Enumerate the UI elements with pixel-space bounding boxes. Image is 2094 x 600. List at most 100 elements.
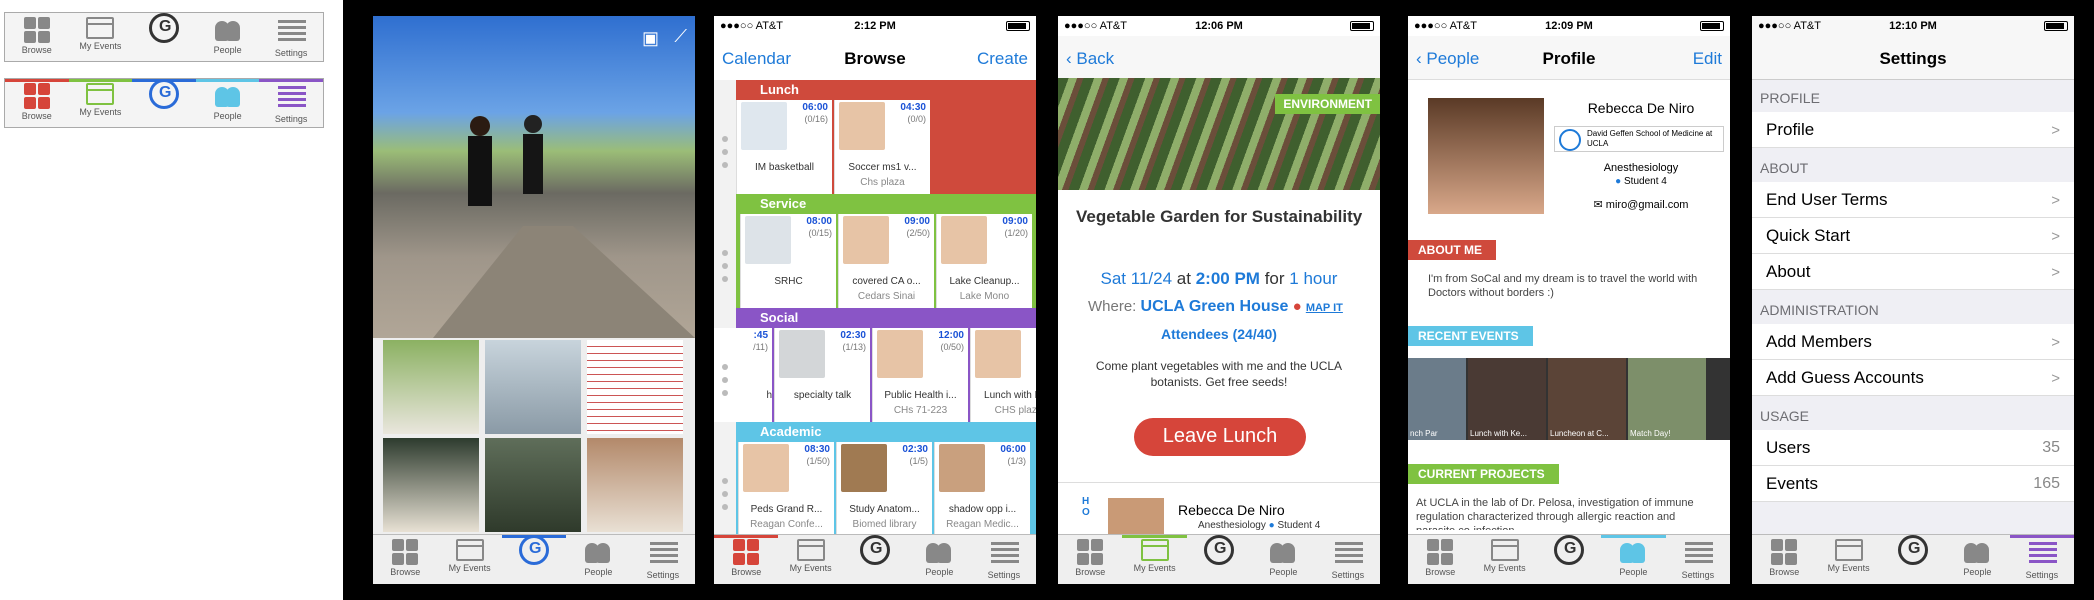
avatar: [939, 444, 985, 492]
tab-my-events[interactable]: My Events: [778, 535, 842, 584]
main-photo[interactable]: ▣ ⟋: [373, 16, 695, 338]
row-quick-start[interactable]: Quick Start >: [1752, 218, 2074, 254]
recent-event[interactable]: nch Par: [1408, 358, 1466, 440]
tab-people[interactable]: People: [1945, 535, 2009, 584]
tab-settings[interactable]: Settings: [1316, 535, 1380, 584]
thumb-puppy[interactable]: [383, 438, 479, 532]
host-name[interactable]: Rebecca De Niro: [1178, 502, 1285, 518]
school-seal-icon: [1559, 129, 1581, 151]
settings-icon: [989, 542, 1019, 568]
group-administration: ADMINISTRATION: [1752, 292, 2074, 324]
battery-icon: [1700, 21, 1724, 31]
map-it-link[interactable]: MAP IT: [1306, 302, 1343, 314]
tab-browse[interactable]: Browse: [5, 13, 69, 61]
tab-my-events[interactable]: My Events: [69, 13, 133, 61]
thumb-dogs[interactable]: [383, 340, 479, 434]
host-avatar[interactable]: [1108, 498, 1164, 538]
location-link[interactable]: UCLA Green House: [1141, 298, 1289, 315]
tab-home[interactable]: [1881, 535, 1945, 584]
create-button[interactable]: Create: [977, 49, 1028, 69]
chevron-right-icon: >: [2051, 334, 2060, 351]
tab-browse[interactable]: Browse: [1408, 535, 1472, 584]
tab-home[interactable]: [1187, 535, 1251, 584]
graph-icon[interactable]: ⟋: [674, 26, 687, 47]
tab-settings[interactable]: Settings: [972, 535, 1036, 584]
row-events: Events 165: [1752, 466, 2074, 502]
event-card[interactable]: 04:30 (0/0) Soccer ms1 v... Chs plaza: [834, 100, 930, 194]
tab-my-events[interactable]: My Events: [1816, 535, 1880, 584]
phone-photos: ▣ ⟋ Browse My Events People Settings: [373, 16, 695, 584]
status-bar: ●●●○○ AT&T 12:10 PM: [1752, 16, 2074, 36]
profile-email[interactable]: ✉ miro@gmail.com: [1558, 198, 1724, 211]
edit-button[interactable]: Edit: [1693, 49, 1722, 69]
tab-settings[interactable]: Settings: [1666, 535, 1730, 584]
event-card[interactable]: 09:00 (1/20) Lake Cleanup... Lake Mono: [936, 214, 1032, 308]
tab-people[interactable]: People: [566, 535, 630, 584]
nav-bar: Calendar Browse Create: [714, 36, 1036, 80]
tab-people[interactable]: People: [196, 13, 260, 61]
event-card[interactable]: 09:00 (2/50) covered CA o... Cedars Sinai: [838, 214, 934, 308]
people-icon: [1268, 539, 1298, 565]
tab-home[interactable]: [132, 79, 196, 127]
phone-browse: ●●●○○ AT&T 2:12 PM Calendar Browse Creat…: [714, 16, 1036, 584]
tab-my-events[interactable]: My Events: [437, 535, 501, 584]
image-icon[interactable]: ▣: [642, 28, 659, 49]
drag-handle[interactable]: [722, 478, 728, 517]
event-card[interactable]: 06:00 (1/3) shadow opp i... Reagan Medic...: [934, 442, 1030, 536]
clock: 12:09 PM: [1545, 20, 1593, 32]
tab-my-events[interactable]: My Events: [1122, 535, 1188, 584]
event-card[interactable]: 06:00 (0/16) IM basketball: [736, 100, 832, 194]
attendees-link[interactable]: Attendees (24/40): [1058, 326, 1380, 342]
drag-handle[interactable]: [722, 364, 728, 403]
row-add-guess-accounts[interactable]: Add Guess Accounts >: [1752, 360, 2074, 396]
event-card[interactable]: 02:30 (1/5) Study Anatom... Biomed library: [836, 442, 932, 536]
tab-home[interactable]: [843, 535, 907, 584]
calendar-icon: [86, 83, 115, 105]
event-card[interactable]: 08:30 (1/50) Peds Grand R... Reagan Confe..…: [738, 442, 834, 536]
tab-settings[interactable]: Settings: [259, 13, 323, 61]
thumb-office[interactable]: [485, 340, 581, 434]
drag-handle[interactable]: [722, 136, 728, 175]
row-about[interactable]: About >: [1752, 254, 2074, 290]
thumb-trees[interactable]: [485, 438, 581, 532]
back-button[interactable]: ‹ Back: [1066, 49, 1114, 69]
tab-people[interactable]: People: [1251, 535, 1315, 584]
event-card[interactable]: 12:00 (0/50) Public Health i... CHs 71-223: [872, 328, 968, 422]
tabbar: Browse My Events People Settings: [714, 534, 1036, 584]
tab-settings[interactable]: Settings: [631, 535, 695, 584]
event-card[interactable]: 12Lunch with Dr...CHS plaza: [970, 328, 1036, 422]
category-badge: ENVIRONMENT: [1275, 94, 1380, 114]
section-academic: Academic 08:30 (1/50) Peds Grand R... Reaga…: [736, 422, 1036, 536]
tab-people[interactable]: People: [1601, 535, 1667, 584]
tab-my-events[interactable]: My Events: [1472, 535, 1536, 584]
row-add-members[interactable]: Add Members >: [1752, 324, 2074, 360]
recent-event[interactable]: Lunch with Ke...: [1468, 358, 1546, 440]
tab-browse[interactable]: Browse: [1752, 535, 1816, 584]
tab-browse[interactable]: Browse: [714, 535, 779, 584]
row-end-user-terms[interactable]: End User Terms >: [1752, 182, 2074, 218]
drag-handle[interactable]: [722, 250, 728, 289]
thumb-dog[interactable]: [587, 438, 683, 532]
app-logo-icon: [1204, 535, 1235, 565]
tab-settings[interactable]: Settings: [259, 79, 323, 127]
leave-lunch-button[interactable]: Leave Lunch: [1134, 418, 1306, 456]
tab-browse[interactable]: Browse: [373, 535, 437, 584]
tab-browse[interactable]: Browse: [5, 79, 69, 127]
recent-event[interactable]: Luncheon at C...: [1548, 358, 1626, 440]
tab-home[interactable]: [1537, 535, 1601, 584]
tabbar-mockup-gray: Browse My Events People Settings: [4, 12, 324, 62]
tab-browse[interactable]: Browse: [1058, 535, 1122, 584]
tab-people[interactable]: People: [195, 79, 260, 127]
recent-event[interactable]: Match Day!: [1628, 358, 1706, 440]
thumb-document[interactable]: [587, 340, 683, 434]
tab-home[interactable]: [501, 535, 567, 584]
event-card[interactable]: 08:00 (0/15) SRHC: [740, 214, 836, 308]
tab-settings[interactable]: Settings: [2009, 535, 2074, 584]
browse-icon: [733, 539, 760, 565]
event-card[interactable]: 02:30 (1/13) specialty talk: [774, 328, 870, 422]
tab-home[interactable]: [132, 13, 196, 61]
tab-people[interactable]: People: [907, 535, 971, 584]
tab-my-events[interactable]: My Events: [68, 79, 133, 127]
photo-grid: [373, 338, 695, 534]
row-profile[interactable]: Profile >: [1752, 112, 2074, 148]
